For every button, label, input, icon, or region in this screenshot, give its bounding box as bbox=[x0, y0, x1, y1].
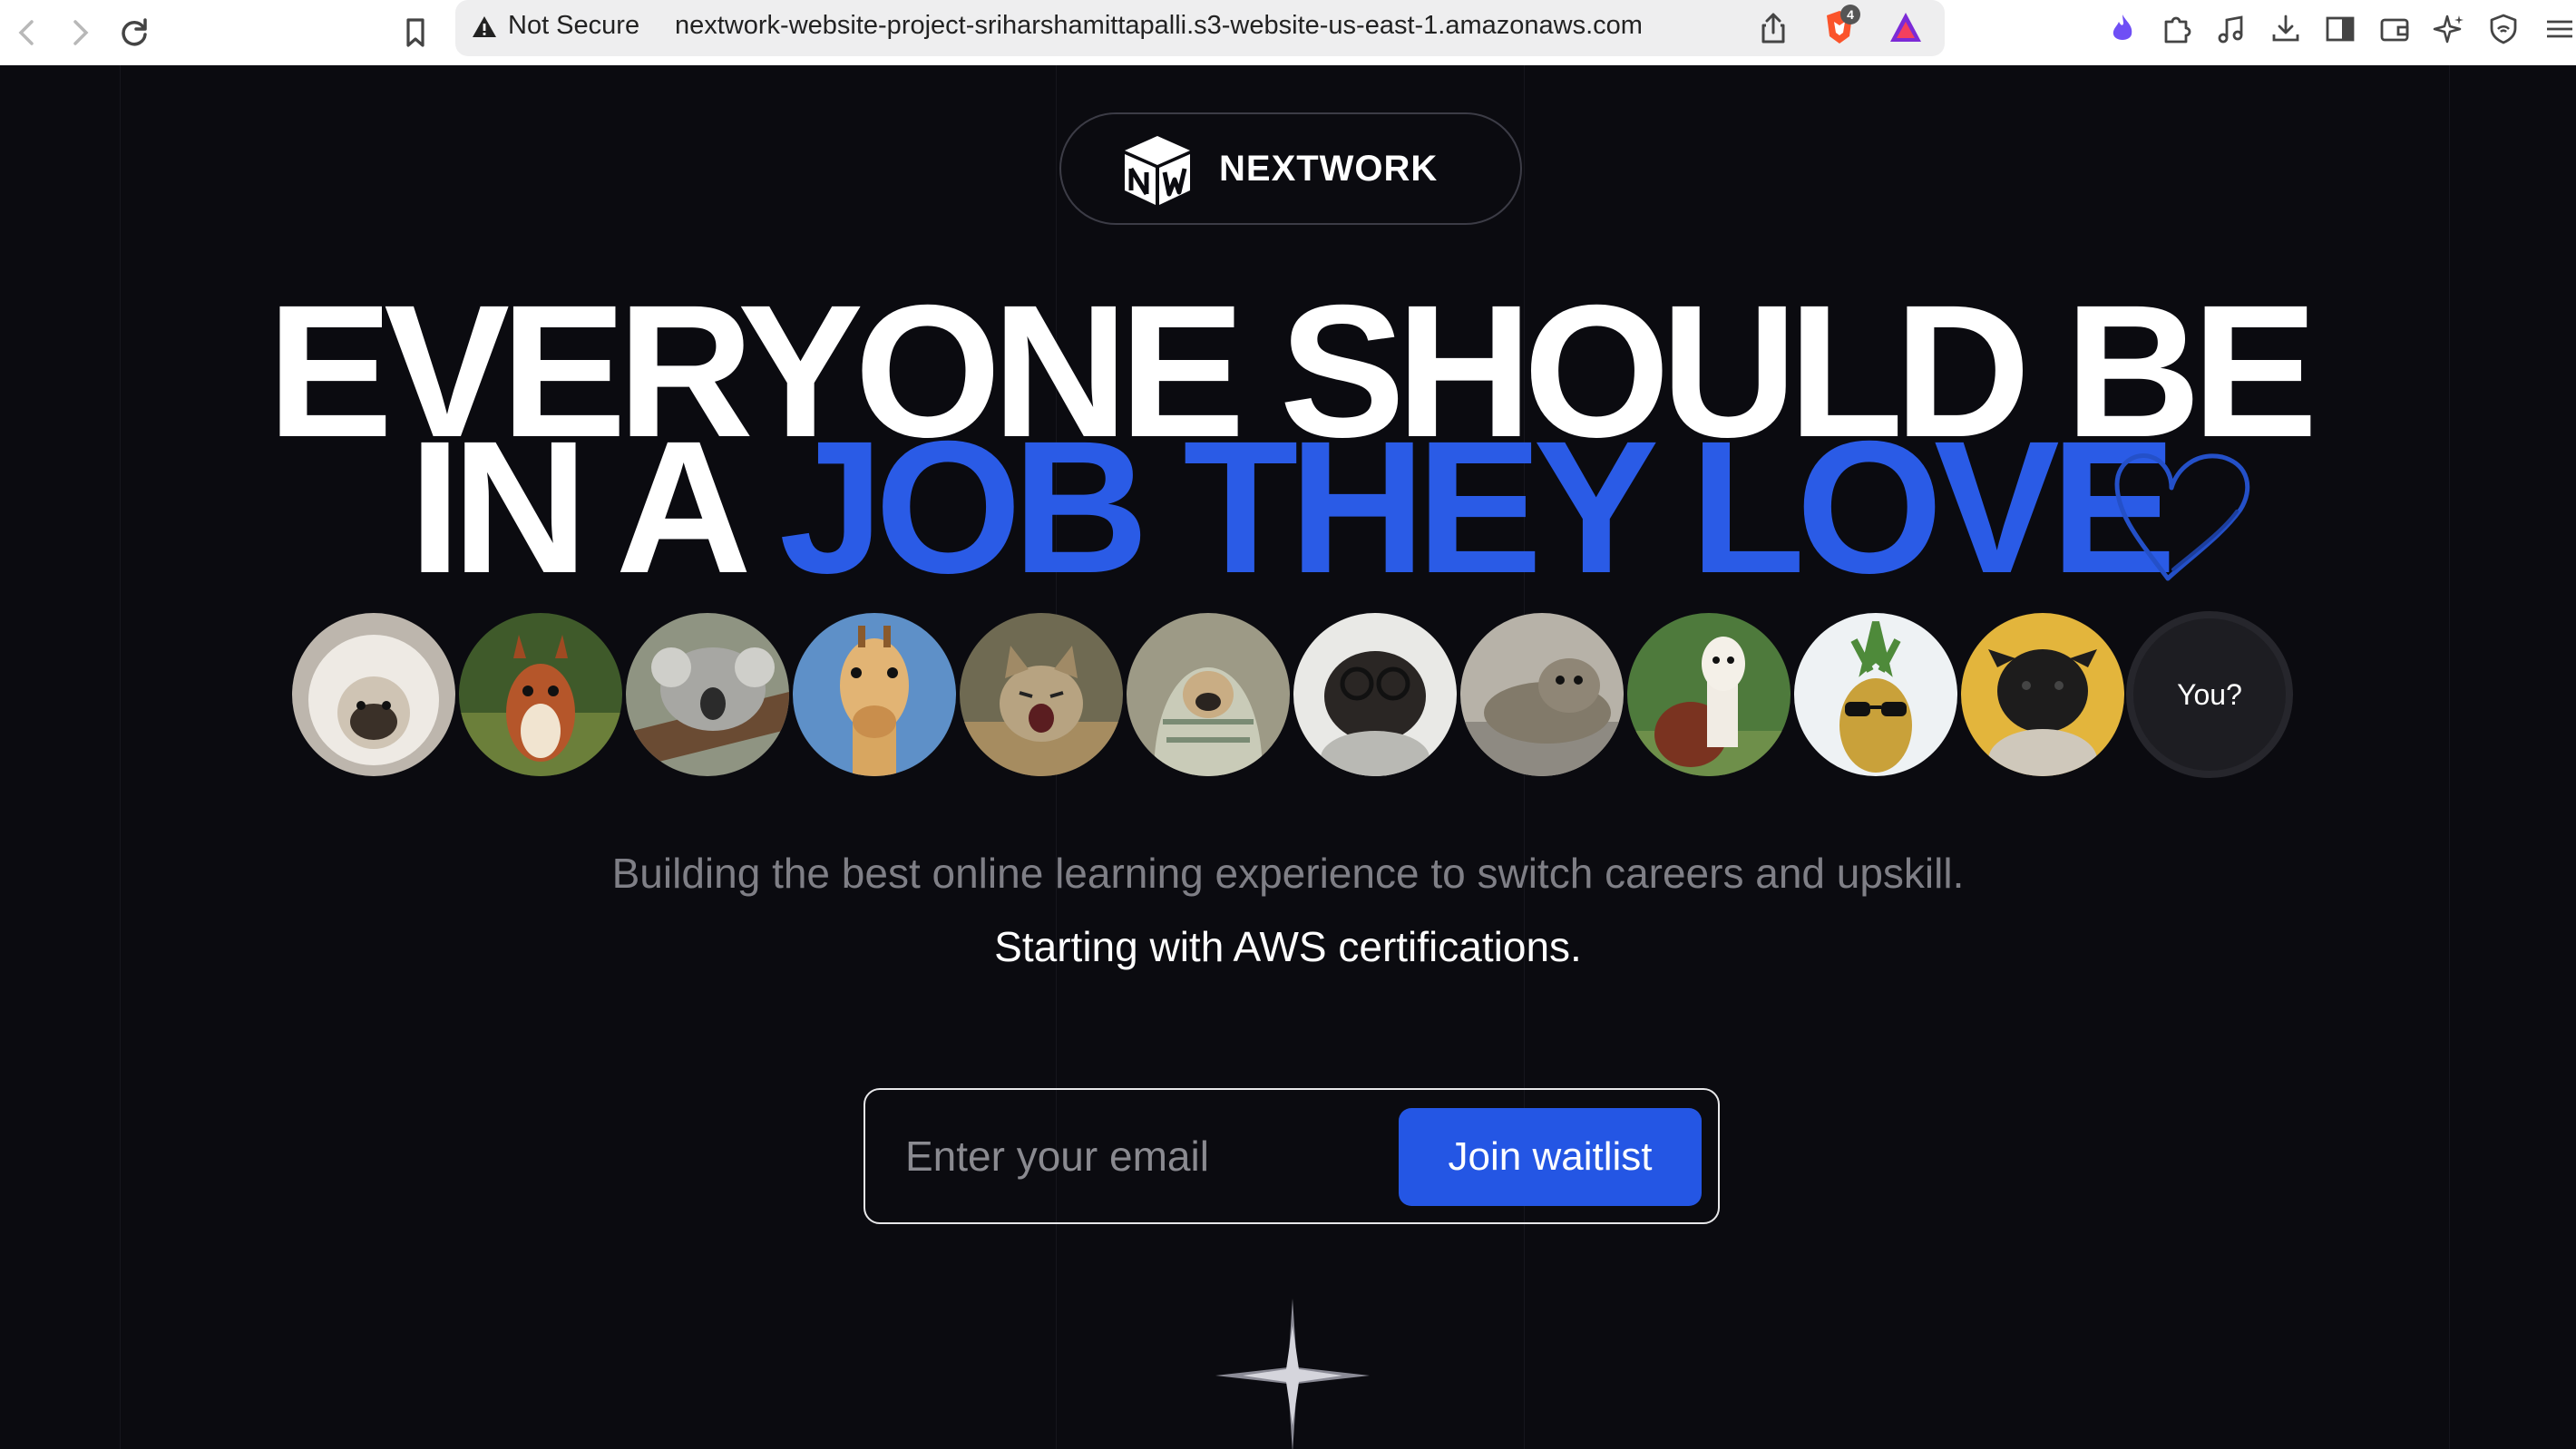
url-text[interactable]: nextwork-website-project-sriharshamittap… bbox=[675, 11, 1643, 41]
background-grid-line bbox=[2449, 65, 2450, 1449]
shield-icon bbox=[2490, 14, 2517, 44]
avatar-alpaca bbox=[1627, 613, 1791, 776]
sidebar-icon bbox=[2326, 16, 2355, 42]
subtitle-primary: Building the best online learning experi… bbox=[611, 850, 1965, 897]
subtitle-secondary: Starting with AWS certifications. bbox=[994, 923, 1582, 970]
music-note-icon bbox=[2218, 15, 2243, 44]
share-icon[interactable] bbox=[1756, 11, 1791, 45]
hamburger-menu-icon bbox=[2547, 20, 2572, 38]
security-status-label[interactable]: Not Secure bbox=[508, 11, 639, 41]
wallet-icon bbox=[2380, 18, 2409, 42]
flame-icon bbox=[2113, 15, 2132, 40]
sparkle-icon bbox=[1215, 1298, 1370, 1449]
headline-highlight-text: JOB THEY LOVE bbox=[778, 403, 2177, 613]
logo-wordmark: NEXTWORK bbox=[1219, 149, 1439, 189]
warning-icon bbox=[473, 16, 496, 37]
bookmark-icon bbox=[406, 18, 424, 47]
avatar-yawning-kitten bbox=[960, 613, 1123, 776]
leo-ai-button[interactable] bbox=[2104, 11, 2141, 47]
back-button[interactable] bbox=[2, 7, 53, 58]
forward-button[interactable] bbox=[54, 7, 105, 58]
headline-white-text: IN A bbox=[408, 403, 779, 613]
avatar-seal bbox=[1460, 613, 1624, 776]
nextwork-cube-icon bbox=[1125, 136, 1190, 205]
sparkle-icon bbox=[2433, 15, 2464, 44]
menu-button[interactable] bbox=[2540, 11, 2576, 47]
heart-icon bbox=[2114, 453, 2250, 581]
browser-toolbar: Not Secure nextwork-website-project-srih… bbox=[0, 0, 2576, 66]
email-input[interactable] bbox=[883, 1108, 1337, 1204]
avatar-sleeping-koala bbox=[626, 613, 789, 776]
reload-button[interactable] bbox=[109, 7, 160, 58]
avatar-giraffe bbox=[793, 613, 956, 776]
avatar-pineapple-with-sunglasses bbox=[1794, 613, 1957, 776]
avatar-black-pug-on-yellow bbox=[1961, 613, 2124, 776]
media-button[interactable] bbox=[2213, 11, 2249, 47]
avatar-pug-with-glasses bbox=[1293, 613, 1457, 776]
avatar-red-squirrel bbox=[459, 613, 622, 776]
puzzle-icon bbox=[2164, 16, 2191, 44]
waitlist-form: Join waitlist bbox=[864, 1088, 1720, 1224]
address-bar[interactable]: Not Secure nextwork-website-project-srih… bbox=[455, 0, 1945, 56]
brave-rewards-icon[interactable] bbox=[1887, 9, 1925, 45]
shields-count-badge: 4 bbox=[1840, 5, 1860, 24]
bookmark-button[interactable] bbox=[390, 7, 441, 58]
nextwork-logo[interactable]: NEXTWORK bbox=[1059, 112, 1522, 225]
download-icon bbox=[2272, 15, 2299, 42]
join-waitlist-button[interactable]: Join waitlist bbox=[1399, 1108, 1702, 1206]
vpn-button[interactable] bbox=[2485, 11, 2522, 47]
extensions-button[interactable] bbox=[2159, 11, 2195, 47]
leo-sparkle-button[interactable] bbox=[2431, 11, 2467, 47]
avatar-fluffy-dog-in-fur-hood bbox=[292, 613, 455, 776]
chevron-left-icon bbox=[18, 20, 34, 45]
background-grid-line bbox=[120, 65, 121, 1449]
you-avatar-placeholder: You? bbox=[2126, 611, 2293, 778]
reload-icon bbox=[122, 18, 147, 46]
downloads-button[interactable] bbox=[2268, 11, 2304, 47]
chevron-right-icon bbox=[73, 20, 89, 45]
landing-page: NEXTWORK EVERYONE SHOULD BE IN A JOB THE… bbox=[0, 65, 2576, 1449]
avatar-pug-in-blanket bbox=[1127, 613, 1290, 776]
sidebar-button[interactable] bbox=[2322, 11, 2358, 47]
wallet-button[interactable] bbox=[2376, 11, 2413, 47]
